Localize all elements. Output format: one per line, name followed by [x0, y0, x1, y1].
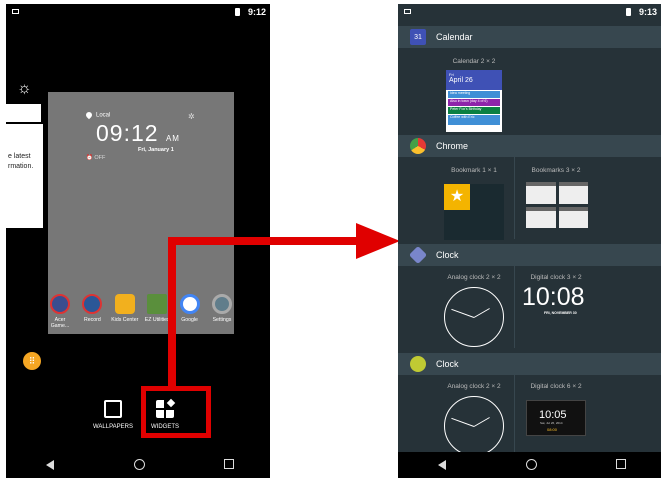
- app-ez-utilities[interactable]: EZ Utilities: [143, 294, 171, 329]
- side-panel-search[interactable]: [6, 104, 41, 122]
- bookmark-widget-preview[interactable]: ★: [444, 184, 504, 240]
- star-icon: ★: [444, 184, 470, 210]
- annotation-arrow: [168, 237, 360, 245]
- back-icon[interactable]: [46, 460, 54, 470]
- divider: [514, 157, 515, 239]
- app-record[interactable]: Record: [78, 294, 106, 329]
- widget-label: Bookmark 1 × 1: [451, 167, 497, 174]
- clock-alt-icon: [410, 356, 426, 372]
- side-panel-text: e latest: [8, 153, 31, 160]
- divider: [514, 266, 515, 348]
- calendar-event: Coffee with Eric: [448, 115, 500, 125]
- clock-settings-icon[interactable]: ✲: [188, 112, 195, 121]
- widget-label: Bookmarks 3 × 2: [531, 167, 581, 174]
- digital-clock-date: Sat, Jul 26, 2014: [540, 421, 563, 425]
- widget-label: Analog clock 2 × 2: [447, 274, 501, 281]
- side-panel-text: rmation.: [8, 163, 34, 170]
- divider: [514, 375, 515, 455]
- digital-clock-widget-preview[interactable]: 10:08: [522, 283, 585, 312]
- brightness-icon[interactable]: ☼: [17, 80, 32, 98]
- widget-section-clock-alt: Clock: [398, 353, 661, 375]
- app-kids-center[interactable]: Kids Center: [111, 294, 139, 329]
- home-icon[interactable]: [134, 459, 145, 470]
- widget-section-chrome: Chrome: [398, 135, 661, 157]
- annotation-arrow: [168, 237, 176, 387]
- widget-section-calendar: 31 Calendar: [398, 26, 661, 48]
- status-time: 9:12: [247, 7, 266, 17]
- status-bar: 9:13: [398, 4, 661, 22]
- app-settings[interactable]: Settings: [208, 294, 236, 329]
- analog-clock-widget-preview[interactable]: [444, 287, 504, 347]
- app-row: Acer Game... Record Kids Center EZ Utili…: [46, 294, 236, 329]
- widget-label: Digital clock 6 × 2: [530, 383, 582, 390]
- home-icon[interactable]: [526, 459, 537, 470]
- widget-label: Digital clock 3 × 2: [530, 274, 582, 281]
- battery-icon: [235, 8, 240, 16]
- chrome-icon: [410, 138, 426, 154]
- annotation-arrow-head: [356, 223, 400, 259]
- app-google[interactable]: Google: [176, 294, 204, 329]
- calendar-widget-preview[interactable]: Fri April 26 Idea meeting Also in town (d…: [446, 70, 502, 132]
- recents-icon[interactable]: [616, 459, 626, 469]
- status-time: 9:13: [638, 7, 657, 17]
- calendar-event: Peter Fox's Birthday: [448, 107, 500, 114]
- side-panel-card[interactable]: e latest rmation.: [6, 124, 43, 228]
- digital-clock-alarm: 08:00: [547, 427, 558, 432]
- digital-clock-time: 10:05: [539, 409, 567, 421]
- digital-clock-date: FRI, NOVEMBER 30: [544, 311, 577, 315]
- clock-date: Fri, January 1: [138, 147, 174, 153]
- app-acer-game[interactable]: Acer Game...: [46, 294, 74, 329]
- widget-label: Calendar 2 × 2: [452, 58, 496, 65]
- navigation-bar: [6, 452, 270, 478]
- back-icon[interactable]: [438, 460, 446, 470]
- bookmarks-widget-preview[interactable]: [526, 182, 588, 228]
- calendar-event: Also in town (day 4 of 6): [448, 99, 500, 106]
- clock-icon: [408, 245, 428, 265]
- wallpapers-button[interactable]: WALLPAPERS: [90, 400, 136, 430]
- widget-label: Analog clock 2 × 2: [447, 383, 501, 390]
- calendar-header: Fri April 26: [446, 70, 502, 90]
- status-bar: 9:12: [6, 4, 270, 22]
- battery-icon: [626, 8, 631, 16]
- location-pin-icon: [84, 110, 94, 120]
- calendar-icon: 31: [410, 29, 426, 45]
- calendar-event: Idea meeting: [448, 91, 500, 98]
- clock-time: 09:12 AM: [96, 120, 180, 146]
- widgets-highlight-box: [141, 386, 211, 438]
- navigation-bar: [398, 452, 661, 478]
- notification-icon: [404, 9, 411, 14]
- widget-section-clock: Clock: [398, 244, 661, 266]
- right-phone-screen: 9:13 31 Calendar Calendar 2 × 2 Fri April…: [398, 4, 661, 478]
- clock-location: Local: [84, 110, 110, 120]
- clock-alarm: ⏰ OFF: [86, 155, 106, 161]
- digital-clock-6x2-widget-preview[interactable]: 10:05 Sat, Jul 26, 2014 08:00: [526, 400, 586, 436]
- recents-icon[interactable]: [224, 459, 234, 469]
- notification-icon: [12, 9, 19, 14]
- wallpaper-icon: [104, 400, 122, 418]
- analog-clock-widget-preview[interactable]: [444, 396, 504, 456]
- app-drawer-button[interactable]: ⠿: [23, 352, 41, 370]
